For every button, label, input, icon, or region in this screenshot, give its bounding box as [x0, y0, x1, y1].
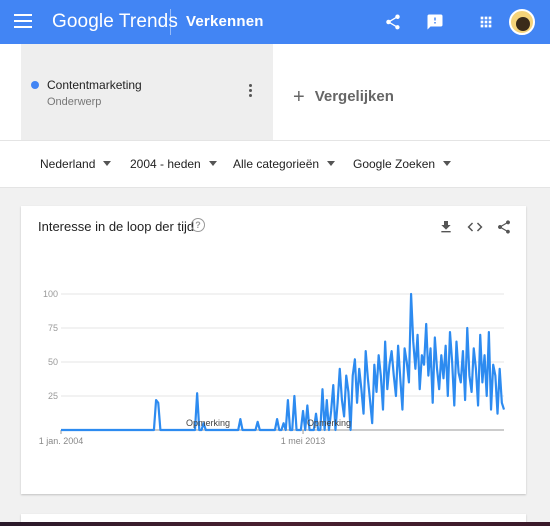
- search-term-card[interactable]: Contentmarketing Onderwerp: [21, 44, 273, 140]
- avatar[interactable]: [509, 9, 535, 35]
- taskbar-strip: [0, 522, 550, 526]
- x-tick-label: 1 mei 2013: [281, 436, 326, 446]
- header-divider: [170, 9, 171, 35]
- y-tick-label: 50: [48, 357, 58, 367]
- filter-search-type-label: Google Zoeken: [353, 157, 436, 171]
- annotation-label: Opmerking: [186, 418, 230, 428]
- term-color-dot: [31, 81, 39, 89]
- menu-icon[interactable]: [14, 14, 32, 30]
- filter-bar: Nederland 2004 - heden Alle categorieën …: [0, 140, 550, 188]
- filter-region[interactable]: Nederland: [40, 157, 112, 171]
- dropdown-arrow-icon: [103, 161, 112, 166]
- compare-label: Vergelijken: [314, 88, 394, 105]
- top-app-bar: Google Trends Verkennen: [0, 0, 550, 44]
- plus-icon: +: [293, 86, 305, 108]
- term-name: Contentmarketing: [47, 78, 142, 92]
- filter-search-type[interactable]: Google Zoeken: [353, 157, 452, 171]
- interest-over-time-card: Interesse in de loop der tijd ? 100 75 50 2…: [21, 206, 526, 494]
- google-trends-logo[interactable]: Google Trends: [52, 11, 178, 33]
- compare-button[interactable]: + Vergelijken: [293, 86, 394, 109]
- filter-time[interactable]: 2004 - heden: [130, 157, 217, 171]
- dropdown-arrow-icon: [443, 161, 452, 166]
- x-tick-label: 1 jan. 2004: [39, 436, 84, 446]
- dropdown-arrow-icon: [327, 161, 336, 166]
- page-title: Verkennen: [186, 13, 264, 30]
- filter-category-label: Alle categorieën: [233, 157, 320, 171]
- compare-bar: Contentmarketing Onderwerp + Vergelijken: [0, 44, 550, 140]
- feedback-icon[interactable]: [423, 10, 447, 34]
- interest-line-chart[interactable]: 100 75 50 25 1 jan. 2004 1 mei 2013 Opmerking O…: [21, 206, 526, 494]
- share-icon[interactable]: [381, 10, 405, 34]
- apps-icon[interactable]: [474, 10, 498, 34]
- filter-region-label: Nederland: [40, 157, 96, 171]
- y-tick-label: 75: [48, 323, 58, 333]
- filter-category[interactable]: Alle categorieën: [233, 157, 336, 171]
- y-tick-label: 100: [43, 289, 58, 299]
- logo-google-text: Google: [52, 11, 114, 32]
- annotation-label: Opmerking: [307, 418, 351, 428]
- term-type: Onderwerp: [47, 96, 102, 108]
- filter-time-label: 2004 - heden: [130, 157, 201, 171]
- y-tick-label: 25: [48, 391, 58, 401]
- more-vert-icon[interactable]: [249, 84, 253, 99]
- dropdown-arrow-icon: [208, 161, 217, 166]
